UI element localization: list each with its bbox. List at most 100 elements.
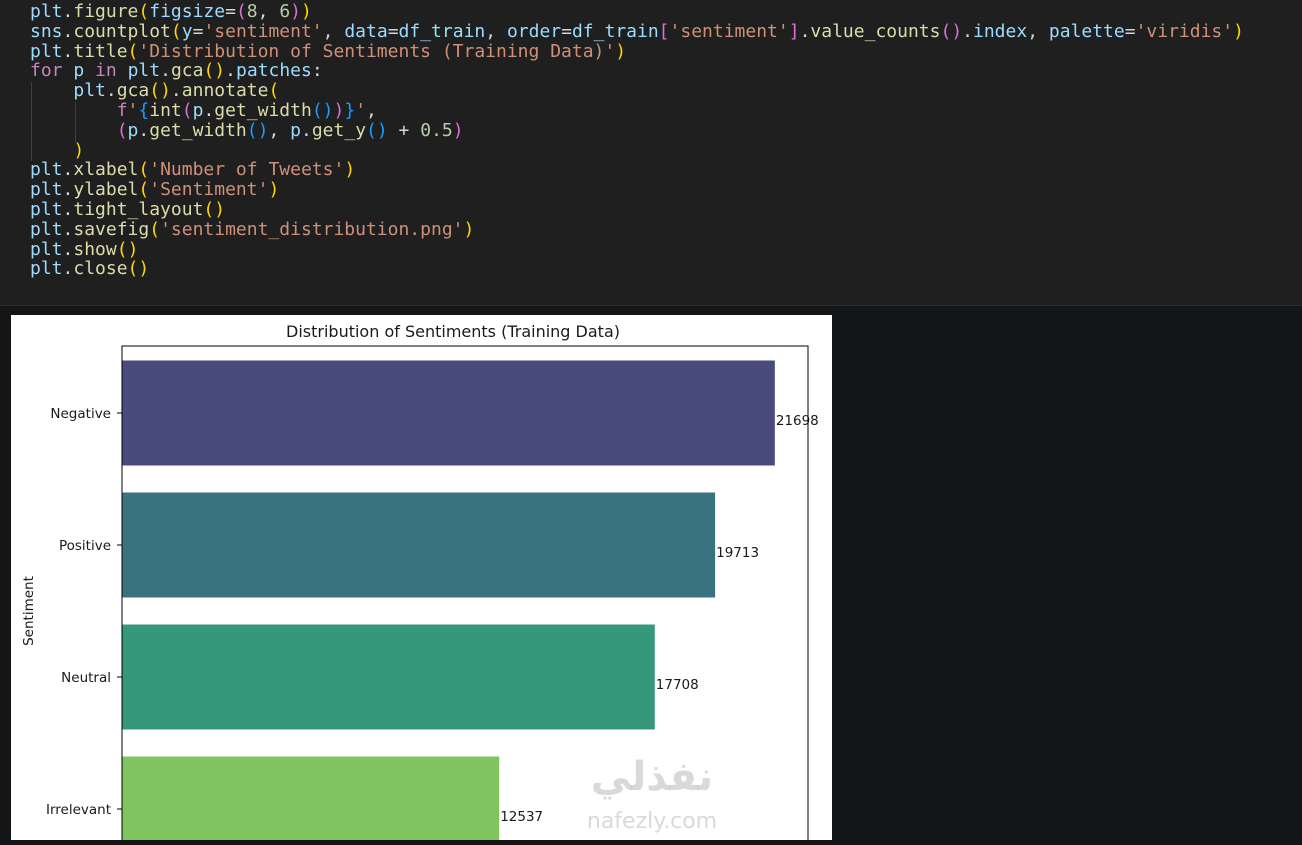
bar-chart: Distribution of Sentiments (Training Dat… xyxy=(21,322,819,845)
code-token: , xyxy=(257,1,280,22)
code-token: p xyxy=(127,119,139,141)
code-token: plt xyxy=(30,1,63,22)
code-token: ( xyxy=(138,159,150,181)
code-line: plt.tight_layout() xyxy=(30,200,1244,220)
code-line: (p.get_width(), p.get_y() + 0.5) xyxy=(30,119,1244,141)
code-token: ( xyxy=(127,40,139,62)
y-axis-label: Sentiment xyxy=(21,576,37,646)
code-token: ( xyxy=(127,258,139,280)
y-tick-label: Positive xyxy=(59,538,111,554)
code-token: ) xyxy=(268,179,280,201)
code-token: annotate xyxy=(181,80,269,102)
code-token: , xyxy=(366,99,377,121)
code-token: 'sentiment_distribution.png' xyxy=(160,218,464,240)
code-token: ) xyxy=(138,258,150,280)
code-token: palette xyxy=(1048,20,1125,42)
code-token: ylabel xyxy=(73,179,139,201)
code-token: ) xyxy=(160,80,171,102)
code-token: ( xyxy=(940,20,952,42)
code-line: plt.title('Distribution of Sentiments (T… xyxy=(30,40,1244,62)
code-token: . xyxy=(62,238,74,260)
bar-positive xyxy=(122,492,716,598)
code-token: ( xyxy=(116,119,128,141)
code-token: . xyxy=(962,20,973,42)
code-line: f'{int(p.get_width())}', xyxy=(30,101,1244,121)
code-token: . xyxy=(203,99,215,121)
code-token: = xyxy=(1124,20,1136,42)
code-token: figure xyxy=(73,1,139,22)
data-label: 21698 xyxy=(776,413,819,429)
code-token: data xyxy=(344,20,388,42)
code-token: ) xyxy=(214,60,226,82)
code-token: ( xyxy=(246,119,258,141)
data-label: 12537 xyxy=(500,809,543,825)
code-token: p xyxy=(192,99,204,121)
code-token: order xyxy=(506,20,562,42)
code-token: , xyxy=(268,119,291,141)
code-token: . xyxy=(62,1,74,22)
code-token: ) xyxy=(301,1,312,22)
code-token: ) xyxy=(452,119,464,141)
code-token: y xyxy=(181,20,193,42)
code-token: . xyxy=(62,159,74,181)
code-token: . xyxy=(138,119,150,141)
code-token: df_train xyxy=(571,20,659,42)
code-line: plt.savefig('sentiment_distribution.png'… xyxy=(30,218,1244,240)
code-token: = xyxy=(192,20,204,42)
code-token: value_counts xyxy=(810,20,941,42)
code-token: . xyxy=(62,40,74,62)
code-token: : xyxy=(311,60,323,82)
code-token: p xyxy=(290,119,301,141)
chart-title: Distribution of Sentiments (Training Dat… xyxy=(286,322,620,341)
bar-neutral xyxy=(122,624,655,730)
code-token: plt xyxy=(30,238,63,260)
code-token: ) xyxy=(257,119,269,141)
code-cell[interactable]: plt.figure(figsize=(8, 6)) sns.countplot(… xyxy=(0,0,1302,305)
code-token: ) xyxy=(463,218,475,240)
code-line: plt.close() xyxy=(30,259,1244,279)
code-token: ( xyxy=(203,198,215,220)
code-token: . xyxy=(170,80,182,102)
code-token: ) xyxy=(322,99,334,121)
code-token: 'Number of Tweets' xyxy=(149,159,345,181)
code-line: plt.xlabel('Number of Tweets') xyxy=(30,160,1244,180)
code-token: ) xyxy=(290,1,301,22)
code-token: . xyxy=(160,60,171,82)
code-token: gca xyxy=(116,80,150,102)
code-token: ( xyxy=(138,179,150,201)
code-token: figsize xyxy=(149,1,226,22)
data-label: 17708 xyxy=(656,677,699,693)
code-token: 'viridis' xyxy=(1135,20,1234,42)
code-token: show xyxy=(73,238,117,260)
code-token: plt xyxy=(30,159,63,181)
code-token: ' xyxy=(127,99,139,121)
code-token: p xyxy=(73,60,85,82)
code-token: ( xyxy=(116,238,128,260)
code-line: for p in plt.gca().patches: xyxy=(30,61,1244,81)
code-token: for xyxy=(30,60,63,82)
code-editor[interactable]: plt.figure(figsize=(8, 6)) sns.countplot(… xyxy=(30,2,1244,279)
code-token: ( xyxy=(203,60,215,82)
code-token: . xyxy=(62,20,74,42)
code-token: plt xyxy=(30,258,63,280)
code-token: plt xyxy=(30,179,63,201)
code-token: in xyxy=(95,60,117,82)
code-token: close xyxy=(73,258,128,280)
code-token: 0.5 xyxy=(420,119,453,141)
code-token: get_width xyxy=(149,119,247,141)
y-tick-label: Neutral xyxy=(61,670,111,686)
code-token: ) xyxy=(214,198,226,220)
code-token: . xyxy=(225,60,236,82)
code-token: 6 xyxy=(279,1,291,22)
code-token: . xyxy=(105,80,117,102)
code-token: ( xyxy=(235,1,247,22)
y-tick-label: Negative xyxy=(50,406,111,422)
chart-figure: Distribution of Sentiments (Training Dat… xyxy=(11,315,832,845)
code-token: [ xyxy=(658,20,670,42)
code-token: } xyxy=(344,99,356,121)
code-token: ) xyxy=(127,238,139,260)
code-token: df_train xyxy=(398,20,486,42)
code-token: ) xyxy=(73,139,85,161)
